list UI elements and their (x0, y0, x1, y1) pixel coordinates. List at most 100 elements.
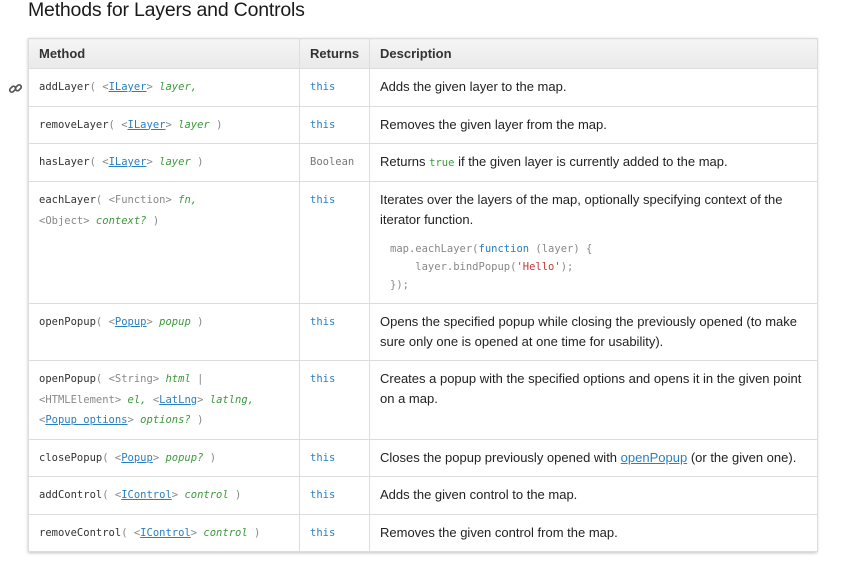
table-header-row: Method Returns Description (28, 38, 818, 69)
arg-name: layer (178, 118, 210, 131)
table-row: eachLayer( <Function> fn, <Object> conte… (28, 181, 818, 304)
arg-name: layer (159, 156, 191, 168)
method-name: addLayer (39, 81, 90, 93)
method-signature: addLayer( <ILayer> layer, (28, 68, 300, 107)
method-name: hasLayer (39, 156, 90, 168)
paren-close: ) (254, 526, 261, 539)
method-signature: removeLayer( <ILayer> layer ) (28, 105, 300, 144)
arg-type: <Object> (39, 215, 90, 227)
type-link[interactable]: ILayer (109, 81, 147, 93)
method-description: Removes the given control from the map. (369, 513, 818, 552)
paren-close: ) (197, 156, 204, 168)
angle-close: > (197, 393, 204, 406)
method-name: openPopup (39, 373, 96, 385)
method-name: openPopup (39, 316, 96, 328)
type-link[interactable]: Popup (121, 452, 153, 464)
section-title: Methods for Layers and Controls (28, 0, 305, 21)
paren-open: ( (89, 156, 96, 168)
type-name: Object (45, 214, 84, 227)
link-icon[interactable] (8, 81, 23, 96)
paren-close: ) (216, 118, 223, 131)
method-description: Adds the given control to the map. (369, 476, 818, 515)
arg-type: <ILayer> (102, 156, 153, 168)
type-link[interactable]: IControl (121, 489, 172, 501)
arg-name: html (165, 373, 191, 385)
angle-close: > (152, 373, 160, 385)
arg-type: <LatLng> (153, 394, 204, 406)
arg-name: latlng, (209, 393, 255, 406)
type-link[interactable]: ILayer (109, 156, 147, 168)
column-header-returns: Returns (299, 38, 370, 69)
arg-name: layer, (159, 81, 198, 93)
arg-type: <Popup options> (39, 414, 134, 426)
method-signature: hasLayer( <ILayer> layer ) (28, 143, 300, 182)
method-description: Removes the given layer from the map. (369, 105, 818, 144)
code-keyword: function (478, 243, 530, 255)
return-type: Boolean (299, 143, 370, 182)
paren-open: ( (121, 526, 128, 539)
paren-close: ) (197, 316, 204, 328)
type-link[interactable]: ILayer (128, 119, 166, 131)
arg-type: <Popup> (115, 452, 159, 464)
method-name: eachLayer (39, 194, 96, 206)
type-name: Function (114, 194, 166, 206)
table-row: removeLayer( <ILayer> layer ) this Remov… (28, 105, 818, 144)
paren-close: ) (152, 214, 160, 227)
description-text: Iterates over the layers of the map, opt… (380, 192, 783, 227)
methods-table: Method Returns Description addLayer( <IL… (28, 38, 818, 552)
pipe: | (197, 373, 204, 385)
arg-type: <ILayer> (102, 81, 153, 93)
paren-open: ( (95, 194, 103, 206)
method-signature: openPopup( <String> html | <HTMLElement>… (28, 360, 300, 440)
angle-close: > (165, 194, 172, 206)
angle-close: > (146, 81, 153, 93)
angle-close: > (152, 451, 160, 464)
method-name: addControl (39, 489, 103, 501)
angle-close: > (114, 393, 122, 406)
arg-name: context? (95, 214, 147, 227)
method-signature: closePopup( <Popup> popup? ) (28, 438, 300, 477)
return-type: this (299, 360, 370, 440)
table-row: addControl( <IControl> control ) this Ad… (28, 476, 818, 515)
open-popup-link[interactable]: openPopup (621, 450, 688, 465)
angle-close: > (171, 489, 179, 501)
paren-close: ) (235, 489, 242, 501)
arg-name: fn, (178, 194, 198, 206)
paren-open: ( (102, 489, 109, 501)
type-link[interactable]: IControl (140, 527, 191, 539)
arg-type: <Function> (109, 194, 172, 206)
method-signature: openPopup( <Popup> popup ) (28, 303, 300, 361)
type-link[interactable]: LatLng (159, 394, 197, 406)
column-header-method: Method (28, 38, 300, 69)
description-text: Closes the popup previously opened with (380, 449, 618, 465)
paren-open: ( (95, 316, 103, 328)
type-name: String (114, 373, 153, 385)
arg-name: popup? (165, 451, 204, 464)
description-text: if the given layer is currently added to… (458, 154, 728, 169)
table-row: hasLayer( <ILayer> layer ) Boolean Retur… (28, 143, 818, 182)
arg-type: <ILayer> (121, 119, 172, 131)
angle-close: > (146, 316, 153, 328)
paren-close: ) (209, 451, 217, 464)
method-description: Iterates over the layers of the map, opt… (369, 181, 818, 304)
code-string: 'Hello' (516, 261, 561, 273)
angle-close: > (165, 118, 172, 131)
arg-type: <Popup> (109, 316, 153, 328)
return-type: this (299, 181, 370, 304)
type-name: HTMLElement (45, 393, 115, 406)
method-description: Returns true if the given layer is curre… (369, 143, 818, 182)
code-line: map.eachLayer(function (layer) { (390, 243, 593, 255)
arg-name: control (184, 489, 229, 501)
arg-type: <String> (109, 373, 160, 385)
type-link[interactable]: Popup (115, 316, 147, 328)
paren-close: ) (197, 414, 204, 426)
arg-type: <IControl> (115, 489, 178, 501)
method-signature: eachLayer( <Function> fn, <Object> conte… (28, 181, 300, 304)
type-link[interactable]: Popup options (45, 414, 127, 426)
return-type: this (299, 513, 370, 552)
method-signature: removeControl( <IControl> control ) (28, 513, 300, 552)
return-type: this (299, 438, 370, 477)
table-row: openPopup( <Popup> popup ) this Opens th… (28, 303, 818, 361)
paren-open: ( (102, 451, 109, 464)
return-type: this (299, 476, 370, 515)
